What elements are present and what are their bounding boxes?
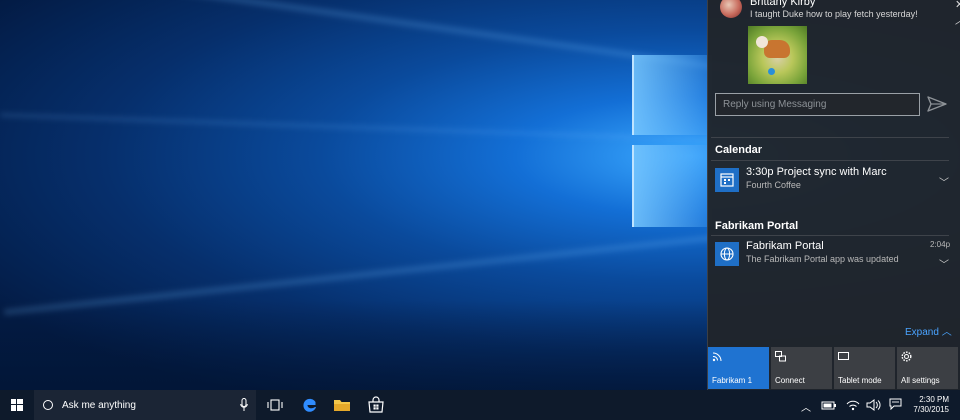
action-center-icon[interactable] xyxy=(889,398,902,410)
fabrikam-notification[interactable]: Fabrikam Portal The Fabrikam Portal app … xyxy=(707,236,960,274)
battery-icon[interactable] xyxy=(821,398,837,412)
ball-shape xyxy=(768,68,775,75)
globe-icon xyxy=(715,242,739,266)
edge-browser-icon[interactable] xyxy=(301,396,319,414)
search-placeholder: Ask me anything xyxy=(62,400,136,411)
windows-logo-light xyxy=(632,55,712,227)
quick-action-tablet-mode[interactable]: Tablet mode xyxy=(834,347,895,389)
avatar xyxy=(720,0,742,18)
taskbar-clock[interactable]: 2:30 PM 7/30/2015 xyxy=(909,395,949,415)
gear-icon xyxy=(901,351,912,362)
tablet-mode-icon xyxy=(838,352,849,360)
cortana-search-box[interactable]: Ask me anything xyxy=(34,390,256,420)
wifi-icon xyxy=(712,352,722,362)
chevron-down-icon[interactable]: ﹀ xyxy=(939,174,949,189)
divider xyxy=(711,137,949,138)
chevron-down-icon[interactable]: ﹀ xyxy=(939,256,949,271)
reply-input[interactable] xyxy=(715,93,920,116)
dog-head-shape xyxy=(756,36,768,48)
message-notification[interactable]: Brittany Kirby I taught Duke how to play… xyxy=(720,0,960,27)
calendar-icon xyxy=(715,168,739,192)
chevron-up-icon[interactable]: ︿ xyxy=(955,12,960,27)
desktop-floor xyxy=(0,300,710,390)
calendar-notification[interactable]: 3:30p Project sync with Marc Fourth Coff… xyxy=(707,162,960,200)
clock-date: 7/30/2015 xyxy=(913,405,949,414)
expand-link[interactable]: Expand ︿ xyxy=(905,323,952,338)
store-icon[interactable] xyxy=(367,396,385,414)
fabrikam-section-title: Fabrikam Portal xyxy=(715,220,799,232)
task-view-icon[interactable] xyxy=(266,396,284,414)
logo-pane xyxy=(632,145,712,227)
quick-action-label: Connect xyxy=(775,376,805,385)
send-icon[interactable] xyxy=(927,95,947,113)
fabrikam-notification-title: Fabrikam Portal xyxy=(746,240,824,252)
start-button[interactable] xyxy=(0,390,34,420)
divider xyxy=(711,160,949,161)
expand-label: Expand xyxy=(905,327,939,338)
quick-action-label: Tablet mode xyxy=(838,376,882,385)
fabrikam-notification-text: The Fabrikam Portal app was updated xyxy=(746,254,899,264)
wifi-icon[interactable] xyxy=(845,398,861,412)
calendar-event-location: Fourth Coffee xyxy=(746,180,801,190)
file-explorer-icon[interactable] xyxy=(333,396,351,414)
quick-action-label: All settings xyxy=(901,376,940,385)
message-sender: Brittany Kirby xyxy=(750,0,816,8)
connect-icon xyxy=(775,351,786,362)
clock-time: 2:30 PM xyxy=(919,395,949,404)
quick-action-label: Fabrikam 1 xyxy=(712,376,753,385)
close-icon[interactable]: ✕ xyxy=(955,0,960,11)
message-text: I taught Duke how to play fetch yesterda… xyxy=(750,9,918,19)
message-photo xyxy=(748,26,807,84)
volume-icon[interactable] xyxy=(866,398,882,412)
chevron-up-icon: ︿ xyxy=(941,327,952,338)
cortana-icon xyxy=(43,400,53,410)
quick-action-connect[interactable]: Connect xyxy=(771,347,832,389)
microphone-icon[interactable] xyxy=(240,398,248,412)
fabrikam-notification-time: 2:04p xyxy=(930,240,951,249)
windows-icon xyxy=(11,399,23,411)
taskbar: Ask me anything ︿ 2:30 PM 7/30/2015 xyxy=(0,390,960,420)
quick-action-all-settings[interactable]: All settings xyxy=(897,347,958,389)
logo-pane xyxy=(632,55,712,135)
quick-action-wifi[interactable]: Fabrikam 1 xyxy=(708,347,769,389)
chevron-up-icon[interactable]: ︿ xyxy=(801,399,811,414)
calendar-event-title: 3:30p Project sync with Marc xyxy=(746,166,887,178)
calendar-section-title: Calendar xyxy=(715,144,763,156)
